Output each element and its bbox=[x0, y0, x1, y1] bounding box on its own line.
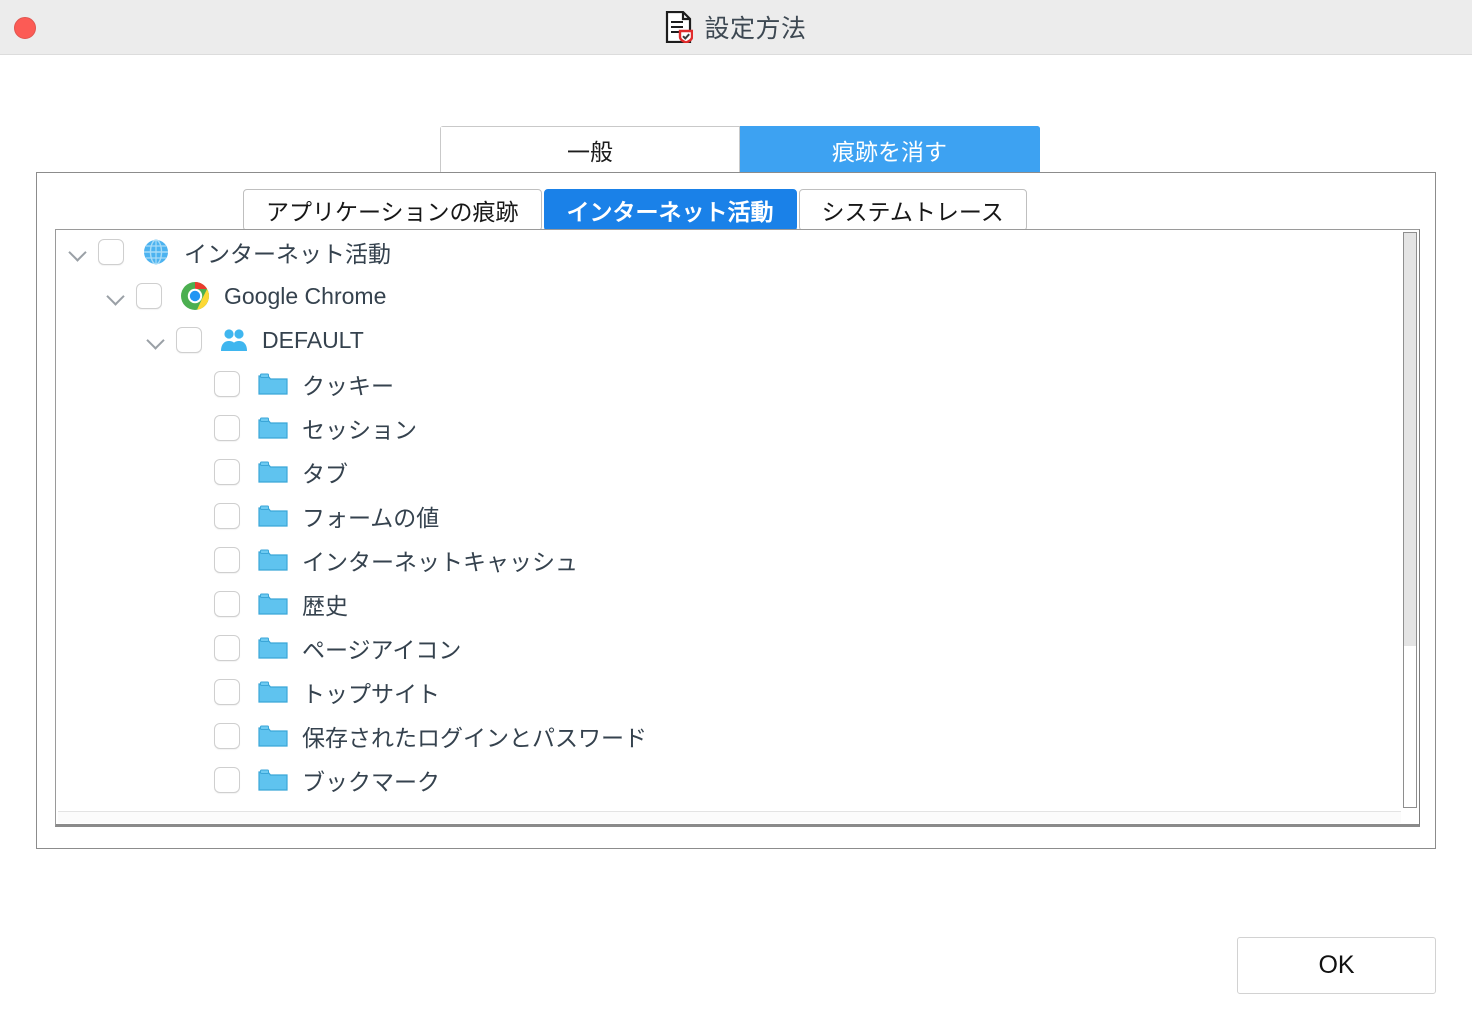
tree-vertical-scroll-thumb[interactable] bbox=[1404, 233, 1416, 647]
tree-row[interactable]: クッキー bbox=[56, 362, 1401, 406]
tree-row[interactable]: フォームの値 bbox=[56, 494, 1401, 538]
chrome-icon bbox=[181, 282, 209, 310]
tree-row-label: インターネット活動 bbox=[184, 241, 391, 267]
folder-icon bbox=[258, 549, 288, 571]
tree-row-label: Google Chrome bbox=[224, 282, 387, 309]
tree-row-label: ダウンロードリスト bbox=[302, 807, 509, 810]
tree-row-label: ページアイコン bbox=[302, 637, 462, 663]
tree-row[interactable]: ダウンロードリスト bbox=[56, 802, 1401, 810]
users-icon bbox=[221, 329, 247, 351]
folder-icon bbox=[258, 637, 288, 659]
folder-icon bbox=[258, 417, 288, 439]
tree-row-checkbox[interactable] bbox=[214, 547, 240, 573]
tree-list: インターネット活動 Google Chrome DEFAULT クッキーセッションタブ… bbox=[56, 230, 1401, 810]
window-title: 設定方法 bbox=[704, 15, 807, 43]
tree-row-checkbox[interactable] bbox=[176, 327, 202, 353]
tree-row-checkbox[interactable] bbox=[214, 723, 240, 749]
tree-row-checkbox[interactable] bbox=[214, 503, 240, 529]
chevron-down-icon[interactable] bbox=[106, 286, 126, 306]
folder-icon bbox=[258, 461, 288, 483]
folder-icon bbox=[258, 593, 288, 615]
window-title-group: 設定方法 bbox=[0, 0, 1472, 54]
tab-system-traces[interactable]: システムトレース bbox=[798, 189, 1027, 231]
inner-tab-bar[interactable]: アプリケーションの痕跡 インターネット活動 システムトレース bbox=[243, 189, 1027, 231]
tree-row-checkbox[interactable] bbox=[136, 283, 162, 309]
tree-row-checkbox[interactable] bbox=[214, 635, 240, 661]
tree-row-checkbox[interactable] bbox=[98, 239, 124, 265]
tree-row[interactable]: ページアイコン bbox=[56, 626, 1401, 670]
tree-row-label: DEFAULT bbox=[262, 326, 364, 353]
tree-row[interactable]: DEFAULT bbox=[56, 318, 1401, 362]
tree-row-checkbox[interactable] bbox=[214, 415, 240, 441]
tree-row-label: トップサイト bbox=[302, 681, 440, 707]
tree-row[interactable]: Google Chrome bbox=[56, 274, 1401, 318]
tree-row-label: 歴史 bbox=[302, 593, 348, 619]
segment-general[interactable]: 一般 bbox=[440, 126, 740, 174]
tree-row-checkbox[interactable] bbox=[214, 371, 240, 397]
folder-icon bbox=[258, 769, 288, 791]
tree-row-label: タブ bbox=[302, 461, 348, 487]
tree-row-checkbox[interactable] bbox=[214, 591, 240, 617]
tree-row[interactable]: インターネットキャッシュ bbox=[56, 538, 1401, 582]
tab-internet-activity[interactable]: インターネット活動 bbox=[543, 189, 797, 231]
tree-row-label: クッキー bbox=[302, 373, 394, 399]
globe-icon bbox=[144, 239, 168, 265]
tree-row-checkbox[interactable] bbox=[214, 767, 240, 793]
tree-row-label: セッション bbox=[302, 417, 417, 443]
segment-erase-traces[interactable]: 痕跡を消す bbox=[740, 126, 1040, 174]
chevron-down-icon[interactable] bbox=[146, 330, 166, 350]
tree-row[interactable]: 保存されたログインとパスワード bbox=[56, 714, 1401, 758]
tree-row-label: 保存されたログインとパスワード bbox=[302, 725, 647, 751]
tree-row-checkbox[interactable] bbox=[214, 459, 240, 485]
tree-horizontal-scrollbar[interactable] bbox=[58, 811, 1401, 823]
trace-tree-panel: インターネット活動 Google Chrome DEFAULT クッキーセッションタブ… bbox=[55, 229, 1420, 827]
document-shield-icon bbox=[665, 10, 694, 44]
top-segmented-control[interactable]: 一般 痕跡を消す bbox=[440, 126, 1040, 174]
folder-icon bbox=[258, 725, 288, 747]
tree-row-label: ブックマーク bbox=[302, 769, 440, 795]
tree-row-checkbox[interactable] bbox=[214, 679, 240, 705]
folder-icon bbox=[258, 681, 288, 703]
tree-row-label: フォームの値 bbox=[302, 505, 440, 531]
folder-icon bbox=[258, 373, 288, 395]
ok-button[interactable]: OK bbox=[1237, 937, 1436, 994]
folder-icon bbox=[258, 505, 288, 527]
tree-row[interactable]: セッション bbox=[56, 406, 1401, 450]
window-titlebar: 設定方法 bbox=[0, 0, 1472, 55]
chevron-down-icon[interactable] bbox=[68, 242, 88, 262]
tree-row[interactable]: 歴史 bbox=[56, 582, 1401, 626]
tree-viewport: インターネット活動 Google Chrome DEFAULT クッキーセッションタブ… bbox=[56, 230, 1401, 810]
tree-row[interactable]: トップサイト bbox=[56, 670, 1401, 714]
tab-application-traces[interactable]: アプリケーションの痕跡 bbox=[243, 189, 542, 231]
tree-row[interactable]: タブ bbox=[56, 450, 1401, 494]
tree-row[interactable]: インターネット活動 bbox=[56, 230, 1401, 274]
tree-row[interactable]: ブックマーク bbox=[56, 758, 1401, 802]
tree-vertical-scrollbar[interactable] bbox=[1403, 232, 1417, 808]
tree-row-label: インターネットキャッシュ bbox=[302, 549, 578, 575]
